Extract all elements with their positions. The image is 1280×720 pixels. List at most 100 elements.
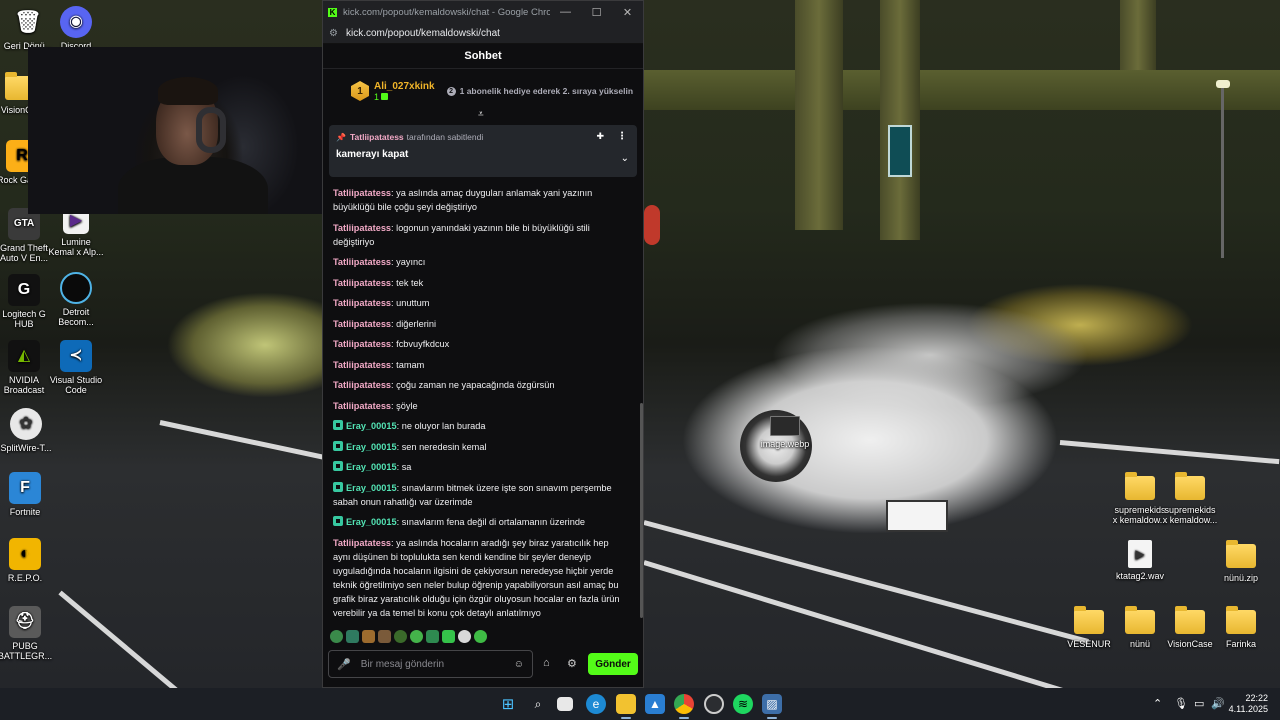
clock-time: 22:22 <box>1245 693 1268 703</box>
wallpaper-pillar <box>795 0 843 230</box>
desktop-icon-ktatag2[interactable]: ▶ ktatag2.wav <box>1112 540 1168 581</box>
window-titlebar[interactable]: K kick.com/popout/kemaldowski/chat - Goo… <box>323 1 643 23</box>
chat-username[interactable]: Eray_00015 <box>346 442 397 452</box>
chat-username[interactable]: Eray_00015 <box>346 462 397 472</box>
chat-username[interactable]: Tatliipatatess <box>333 380 391 390</box>
tray-overflow-icon[interactable]: ⌃ <box>1153 697 1162 710</box>
desktop-icon-supremekids-1[interactable]: supremekids x kemaldow... <box>1112 472 1168 525</box>
microphone-tray-icon[interactable]: 🎙 <box>1174 697 1188 710</box>
desktop-icon-gta[interactable]: GTA Grand Theft Auto V En... <box>0 208 52 263</box>
chat-message: Tatliipatatess: tek tek <box>333 277 424 288</box>
chat-username[interactable]: Tatliipatatess <box>333 257 391 267</box>
desktop-icon-label: R.E.P.O. <box>7 573 43 583</box>
chat-username[interactable]: Tatliipatatess <box>333 298 391 308</box>
pinned-suffix: tarafından sabitlendi <box>406 132 484 142</box>
windows-start-icon[interactable]: ⊞ <box>498 694 518 714</box>
image-viewer-icon[interactable]: ▨ <box>762 694 782 714</box>
pinned-by-user[interactable]: Tatliipatatess <box>350 132 404 142</box>
maximize-button[interactable]: ☐ <box>581 6 612 19</box>
system-clock[interactable]: 22:22 4.11.2025 <box>1229 693 1268 715</box>
desktop-icon-discord[interactable]: ◉ Discord <box>48 6 104 51</box>
desktop-icon-image-webp[interactable]: image.webp <box>757 416 813 449</box>
emote-icon[interactable] <box>410 630 423 643</box>
emote-icon[interactable] <box>458 630 471 643</box>
chevron-down-icon[interactable]: ⌄ <box>621 153 629 164</box>
desktop-icon-farinka[interactable]: Farinka <box>1213 606 1269 649</box>
address-bar[interactable]: ⚙ kick.com/popout/kemaldowski/chat <box>323 23 643 44</box>
chat-username[interactable]: Eray_00015 <box>346 517 397 527</box>
volume-icon[interactable]: 🔊 <box>1211 697 1225 710</box>
desktop-icon-nunu[interactable]: nünü <box>1112 606 1168 649</box>
desktop-icon-logitech[interactable]: G Logitech G HUB <box>0 274 52 329</box>
chat-username[interactable]: Tatliipatatess <box>333 223 391 233</box>
obs-icon[interactable] <box>704 694 724 714</box>
emote-icon[interactable] <box>346 630 359 643</box>
wallpaper-road-line <box>58 590 192 704</box>
desktop-icon-vesenur[interactable]: VESENUR <box>1061 606 1117 649</box>
chat-username[interactable]: Tatliipatatess <box>333 538 391 548</box>
photos-icon[interactable]: ▲ <box>645 694 665 714</box>
emote-icon[interactable] <box>362 630 375 643</box>
chat-username[interactable]: Tatliipatatess <box>333 319 391 329</box>
leaderboard-username[interactable]: Ali_027xkink <box>374 81 435 92</box>
chat-username[interactable]: Eray_00015 <box>346 483 397 493</box>
emote-icon[interactable] <box>474 630 487 643</box>
chat-message: Tatliipatatess: diğerlerini <box>333 318 436 329</box>
close-button[interactable]: ✕ <box>612 6 643 19</box>
network-icon[interactable]: ▭ <box>1194 697 1204 710</box>
desktop-icon-detroit[interactable]: Detroit Becom... <box>48 272 104 327</box>
chat-username[interactable]: Tatliipatatess <box>333 339 391 349</box>
desktop-icon-fortnite[interactable]: F Fortnite <box>0 472 53 517</box>
emote-icon[interactable] <box>378 630 391 643</box>
microphone-icon[interactable]: 🎤 <box>337 658 351 671</box>
desktop-icon-pubg[interactable]: ⛑ PUBG BATTLEGR... <box>0 606 53 661</box>
store-icon[interactable]: ⌂ <box>543 657 550 669</box>
minimize-button[interactable]: — <box>550 6 581 18</box>
settings-gear-icon[interactable]: ⚙ <box>567 657 577 670</box>
desktop-icon-label: nünü.zip <box>1223 573 1259 583</box>
collapse-icon[interactable]: ⩡ <box>478 109 484 120</box>
chat-input[interactable] <box>360 658 514 670</box>
leaderboard-user[interactable]: Ali_027xkink 1 <box>374 81 435 102</box>
emote-icon[interactable] <box>442 630 455 643</box>
more-options-icon[interactable]: ⋮ <box>617 131 627 142</box>
nvidia-icon: ◭ <box>8 340 40 372</box>
emote-icon[interactable] <box>394 630 407 643</box>
task-view-icon[interactable] <box>557 697 573 711</box>
chat-scrollbar[interactable] <box>640 403 643 618</box>
search-icon[interactable]: ⌕ <box>528 694 548 714</box>
desktop-icon-visioncase[interactable]: VisionCase <box>1162 606 1218 649</box>
gift-icon <box>381 93 389 100</box>
gift-leaderboard[interactable]: 1 Ali_027xkink 1 2 1 abonelik hediye ede… <box>323 69 643 120</box>
edge-icon[interactable]: e <box>586 694 606 714</box>
file-explorer-icon[interactable] <box>616 694 636 714</box>
webcam-overlay <box>28 47 324 214</box>
site-info-icon[interactable]: ⚙ <box>329 28 338 39</box>
pinned-message[interactable]: 📌 Tatliipatatess tarafından sabitlendi k… <box>329 125 637 177</box>
desktop-icon-repo[interactable]: ◐ R.E.P.O. <box>0 538 53 583</box>
chat-username[interactable]: Tatliipatatess <box>333 360 391 370</box>
unpin-icon[interactable]: ✚ <box>596 131 604 142</box>
chat-username[interactable]: Eray_00015 <box>346 421 397 431</box>
address-url[interactable]: kick.com/popout/kemaldowski/chat <box>346 28 500 39</box>
fortnite-icon: F <box>9 472 41 504</box>
chat-message: Tatliipatatess: tamam <box>333 359 425 370</box>
detroit-icon <box>60 272 92 304</box>
desktop-icon-nunu-zip[interactable]: nünü.zip <box>1213 540 1269 583</box>
emote-icon[interactable] <box>426 630 439 643</box>
desktop-icon-splitwire[interactable]: ✿ SplitWire-T... <box>0 408 54 453</box>
vscode-icon: ≺ <box>60 340 92 372</box>
emote-icon[interactable] <box>330 630 343 643</box>
send-button[interactable]: Gönder <box>588 653 638 675</box>
chat-username[interactable]: Tatliipatatess <box>333 278 391 288</box>
spotify-icon[interactable]: ≋ <box>733 694 753 714</box>
chat-composer[interactable]: 🎤 ☺ <box>328 650 533 678</box>
emoji-picker-icon[interactable]: ☺ <box>514 659 524 670</box>
chat-username[interactable]: Tatliipatatess <box>333 401 391 411</box>
desktop-icon-supremekids-2[interactable]: supremekids x kemaldow... <box>1162 472 1218 525</box>
desktop-icon-vscode[interactable]: ≺ Visual Studio Code <box>48 340 104 395</box>
desktop-icon-nvidia[interactable]: ◭ NVIDIA Broadcast <box>0 340 52 395</box>
chrome-icon[interactable] <box>674 694 694 714</box>
chat-username[interactable]: Tatliipatatess <box>333 188 391 198</box>
desktop-icon-lumine[interactable]: ▶ Lumine Kemal x Alp... <box>48 208 104 257</box>
